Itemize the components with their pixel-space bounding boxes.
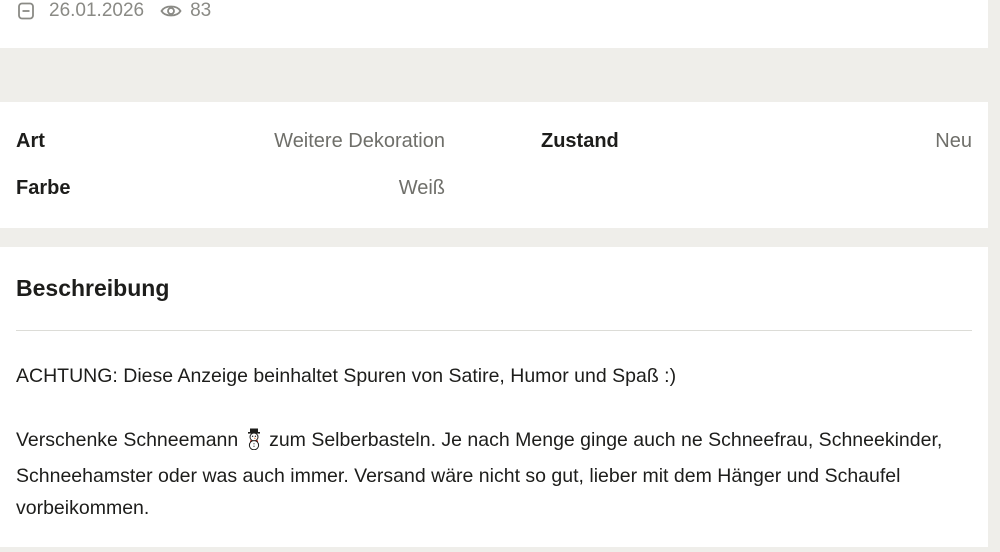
description-text: ACHTUNG: Diese Anzeige beinhaltet Spuren…	[16, 360, 972, 524]
farbe-value: Weiß	[398, 177, 445, 199]
farbe-label: Farbe	[16, 177, 71, 199]
art-value: Weitere Dekoration	[274, 130, 445, 152]
description-divider	[16, 330, 972, 331]
description-card: Beschreibung ACHTUNG: Diese Anzeige bein…	[0, 247, 988, 547]
description-paragraph-2-start: Verschenke Schneemann	[16, 429, 239, 451]
description-paragraph-1: ACHTUNG: Diese Anzeige beinhaltet Spuren…	[16, 365, 677, 387]
description-paragraph-2: Verschenke Schneemann zum Selberbasteln.…	[16, 424, 972, 524]
zustand-label: Zustand	[541, 130, 619, 152]
meta-card: 26.01.2026 83	[0, 0, 988, 48]
art-label: Art	[16, 130, 45, 152]
details-card: Art Weitere Dekoration Zustand Neu Farbe…	[0, 102, 988, 228]
description-title: Beschreibung	[16, 275, 170, 301]
eye-icon	[160, 3, 182, 19]
zustand-value: Neu	[935, 130, 972, 152]
meta-row: 26.01.2026 83	[17, 0, 211, 22]
snowman-emoji-icon	[245, 428, 263, 460]
posting-date: 26.01.2026	[49, 0, 145, 21]
view-count: 83	[190, 0, 212, 21]
calendar-icon	[17, 2, 35, 20]
